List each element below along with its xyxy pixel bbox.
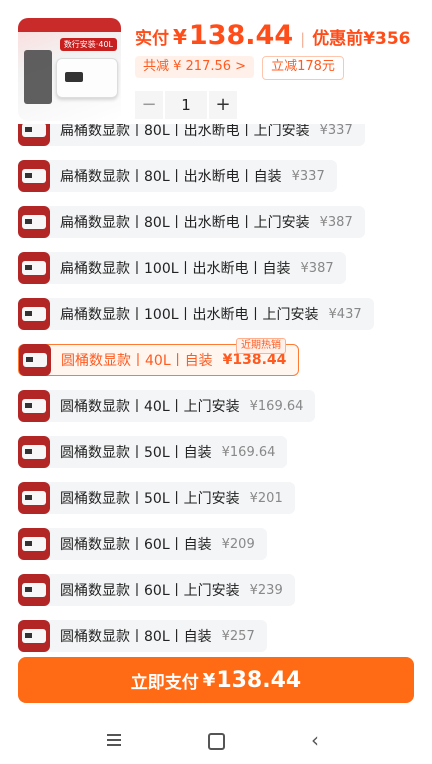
- sku-thumbnail: [18, 206, 50, 238]
- thumbnail-tag-bar: [18, 18, 121, 32]
- sku-price: ¥387: [319, 214, 353, 230]
- sku-price: ¥437: [328, 306, 362, 322]
- back-icon[interactable]: ‹: [311, 730, 327, 750]
- sku-name: 扁桶数显款丨100L丨出水断电丨自装: [60, 261, 291, 277]
- sku-name: 扁桶数显款丨80L丨出水断电丨自装: [60, 169, 282, 185]
- thumbnail-feature-panel: [24, 50, 52, 104]
- sku-thumbnail: [18, 574, 50, 606]
- discount-total-pill[interactable]: 共减 ¥ 217.56 >: [135, 56, 255, 78]
- decrease-button[interactable]: −: [135, 91, 163, 119]
- thumbnail-chip: 数行安装·40L: [59, 38, 117, 51]
- sku-price: ¥387: [300, 260, 334, 276]
- sku-name: 扁桶数显款丨100L丨出水断电丨上门安装: [60, 307, 319, 323]
- system-nav-bar: ‹: [0, 716, 432, 764]
- sku-option[interactable]: 圆桶数显款丨40L丨上门安装 ¥169.64: [18, 390, 316, 422]
- hot-sale-badge: 近期热销: [236, 338, 286, 354]
- sku-name: 圆桶数显款丨50L丨自装: [60, 445, 212, 461]
- original-price: ¥356: [363, 29, 411, 49]
- sku-thumbnail: [18, 620, 50, 652]
- sku-name: 扁桶数显款丨80L丨出水断电丨上门安装: [60, 215, 310, 231]
- sku-thumbnail: [18, 252, 50, 284]
- currency-symbol: ¥: [173, 25, 187, 49]
- checkout-header: 数行安装·40L 实付 ¥ 138.44 | 优惠前 ¥356 共减 ¥ 217…: [0, 0, 432, 124]
- sku-option[interactable]: 圆桶数显款丨50L丨上门安装 ¥201: [18, 482, 295, 514]
- increase-button[interactable]: +: [209, 91, 237, 119]
- quantity-stepper: − 1 +: [135, 91, 237, 119]
- instant-discount-pill: 立减178元: [262, 56, 344, 80]
- sku-thumbnail: [18, 160, 50, 192]
- sku-thumbnail: [18, 482, 50, 514]
- pay-currency: ¥: [202, 669, 216, 691]
- discount-row: 共减 ¥ 217.56 > 立减178元: [135, 56, 344, 80]
- pay-now-button[interactable]: 立即支付 ¥ 138.44: [18, 657, 414, 703]
- sku-option[interactable]: 圆桶数显款丨60L丨上门安装 ¥239: [18, 574, 295, 606]
- sku-option[interactable]: 扁桶数显款丨80L丨出水断电丨上门安装 ¥387: [18, 206, 365, 238]
- divider: |: [300, 30, 306, 48]
- original-label: 优惠前: [312, 29, 364, 49]
- price-summary: 实付 ¥ 138.44 | 优惠前 ¥356: [135, 20, 411, 52]
- sku-price: ¥337: [319, 122, 353, 138]
- water-heater-image: [56, 58, 118, 98]
- sku-name: 圆桶数显款丨60L丨上门安装: [60, 583, 240, 599]
- sku-option[interactable]: 扁桶数显款丨100L丨出水断电丨自装 ¥387: [18, 252, 346, 284]
- quantity-value[interactable]: 1: [165, 91, 207, 119]
- menu-icon[interactable]: [107, 732, 123, 748]
- sku-option[interactable]: 圆桶数显款丨50L丨自装 ¥169.64: [18, 436, 288, 468]
- pay-label: 立即支付: [130, 672, 199, 693]
- home-icon[interactable]: [208, 733, 225, 750]
- sku-price: ¥337: [291, 168, 325, 184]
- sku-price: ¥239: [249, 582, 283, 598]
- sku-thumbnail: [18, 436, 50, 468]
- sku-option[interactable]: 扁桶数显款丨80L丨出水断电丨自装 ¥337: [18, 160, 337, 192]
- sku-price: ¥209: [221, 536, 255, 552]
- sku-thumbnail: [18, 390, 50, 422]
- sku-thumbnail: [18, 298, 50, 330]
- paid-label: 实付: [135, 29, 169, 49]
- sku-name: 圆桶数显款丨40L丨上门安装: [60, 399, 240, 415]
- sku-price: ¥201: [249, 490, 283, 506]
- sku-option-list: 扁桶数显款丨80L丨出水断电丨上门安装 ¥337 扁桶数显款丨80L丨出水断电丨…: [0, 112, 432, 652]
- sku-name: 圆桶数显款丨40L丨自装: [61, 353, 213, 369]
- sku-thumbnail: [19, 344, 51, 376]
- sku-price: ¥257: [221, 628, 255, 644]
- sku-option[interactable]: 圆桶数显款丨80L丨自装 ¥257: [18, 620, 267, 652]
- sku-name: 圆桶数显款丨60L丨自装: [60, 537, 212, 553]
- sku-price: ¥169.64: [249, 398, 304, 414]
- sku-option[interactable]: 圆桶数显款丨60L丨自装 ¥209: [18, 528, 267, 560]
- sku-price: ¥138.44: [222, 352, 287, 368]
- product-thumbnail[interactable]: 数行安装·40L: [18, 18, 121, 121]
- paid-price: 138.44: [188, 20, 294, 51]
- sku-name: 圆桶数显款丨80L丨自装: [60, 629, 212, 645]
- sku-price: ¥169.64: [221, 444, 276, 460]
- sku-name: 圆桶数显款丨50L丨上门安装: [60, 491, 240, 507]
- sku-option[interactable]: 扁桶数显款丨100L丨出水断电丨上门安装 ¥437: [18, 298, 374, 330]
- sku-thumbnail: [18, 528, 50, 560]
- pay-amount: 138.44: [216, 667, 302, 693]
